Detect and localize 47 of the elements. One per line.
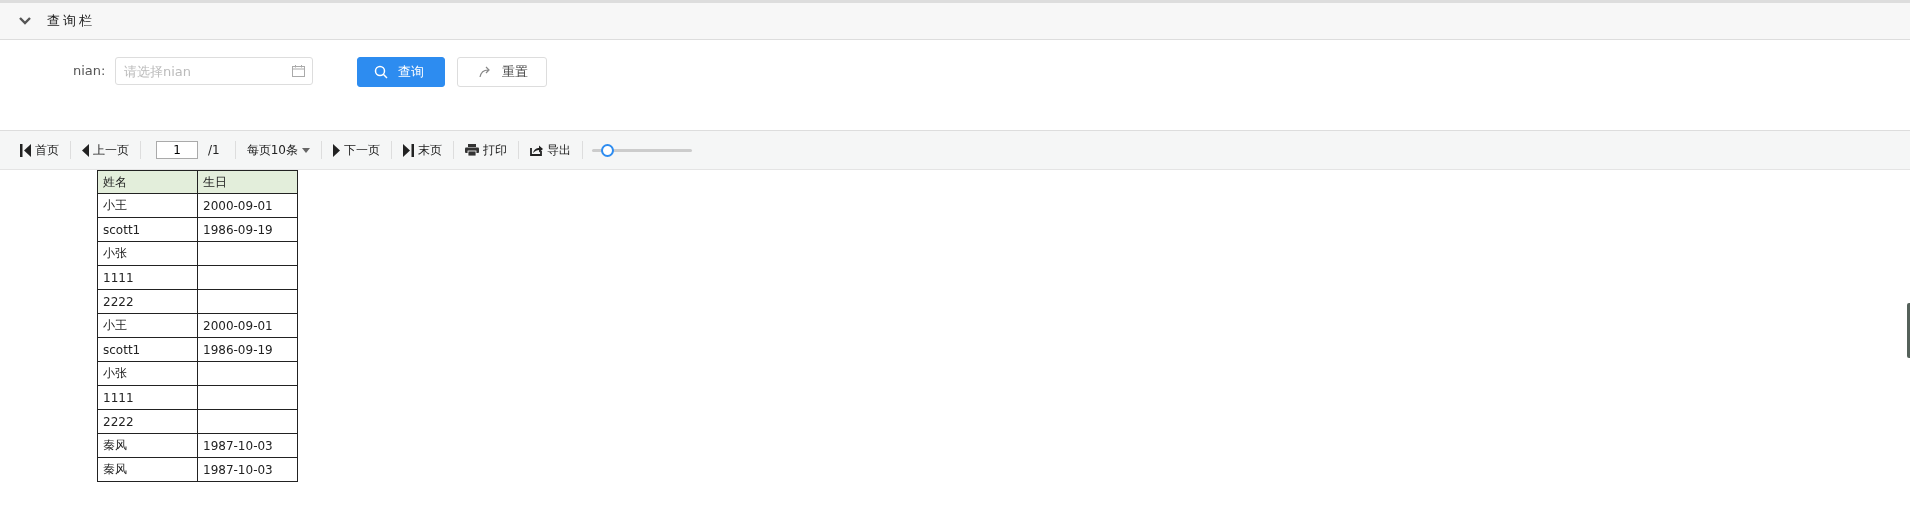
table-cell: scott1 bbox=[97, 337, 198, 362]
table-cell: 小王 bbox=[97, 313, 198, 338]
search-icon bbox=[374, 65, 388, 79]
table-cell: 小张 bbox=[97, 361, 198, 386]
table-cell: 2222 bbox=[97, 409, 198, 434]
table-cell: 2000-09-01 bbox=[197, 313, 298, 338]
panel-header[interactable]: 查询栏 bbox=[0, 3, 1910, 40]
page-size-dropdown[interactable]: 每页10条 bbox=[242, 141, 314, 159]
export-button[interactable]: 导出 bbox=[525, 141, 575, 159]
chevron-icon bbox=[18, 16, 32, 26]
column-header: 生日 bbox=[197, 170, 298, 194]
table-cell: 1987-10-03 bbox=[197, 457, 298, 482]
reset-button[interactable]: 重置 bbox=[457, 57, 547, 87]
calendar-icon bbox=[292, 65, 305, 77]
table-cell: 秦风 bbox=[97, 457, 198, 482]
first-page-icon bbox=[20, 143, 31, 157]
table-cell: 1111 bbox=[97, 265, 198, 290]
table-cell: 小张 bbox=[97, 241, 198, 266]
table-cell: 2000-09-01 bbox=[197, 193, 298, 218]
first-page-button[interactable]: 首页 bbox=[16, 141, 63, 159]
next-page-button[interactable]: 下一页 bbox=[328, 141, 384, 159]
date-field[interactable]: 请选择nian bbox=[115, 57, 313, 85]
prev-page-button[interactable]: 上一页 bbox=[78, 141, 133, 159]
table-cell: 2222 bbox=[97, 289, 198, 314]
left-triangle-icon bbox=[82, 143, 89, 157]
printer-icon bbox=[464, 144, 479, 156]
field-label: nian: bbox=[73, 62, 107, 80]
page-field[interactable]: 1 bbox=[156, 141, 198, 159]
table-cell: 1986-09-19 bbox=[197, 217, 298, 242]
right-triangle-icon bbox=[332, 143, 340, 157]
share-arrow-icon bbox=[478, 66, 492, 78]
table-cell: 1986-09-19 bbox=[197, 337, 298, 362]
caret-icon bbox=[301, 147, 310, 153]
table-cell: 1111 bbox=[97, 385, 198, 410]
last-page-icon bbox=[402, 143, 414, 157]
panel-title: 查询栏 bbox=[47, 12, 95, 30]
print-button[interactable]: 打印 bbox=[460, 141, 511, 159]
table-cell: 1987-10-03 bbox=[197, 433, 298, 458]
page-total: /1 bbox=[208, 143, 220, 157]
table-cell: scott1 bbox=[97, 217, 198, 242]
slider-thumb[interactable] bbox=[600, 144, 614, 157]
last-page-button[interactable]: 末页 bbox=[398, 141, 446, 159]
table-cell: 小王 bbox=[97, 193, 198, 218]
column-header: 姓名 bbox=[97, 170, 198, 194]
zoom-slider[interactable] bbox=[591, 143, 692, 157]
table-cell: 秦风 bbox=[97, 433, 198, 458]
export-icon bbox=[529, 144, 543, 156]
